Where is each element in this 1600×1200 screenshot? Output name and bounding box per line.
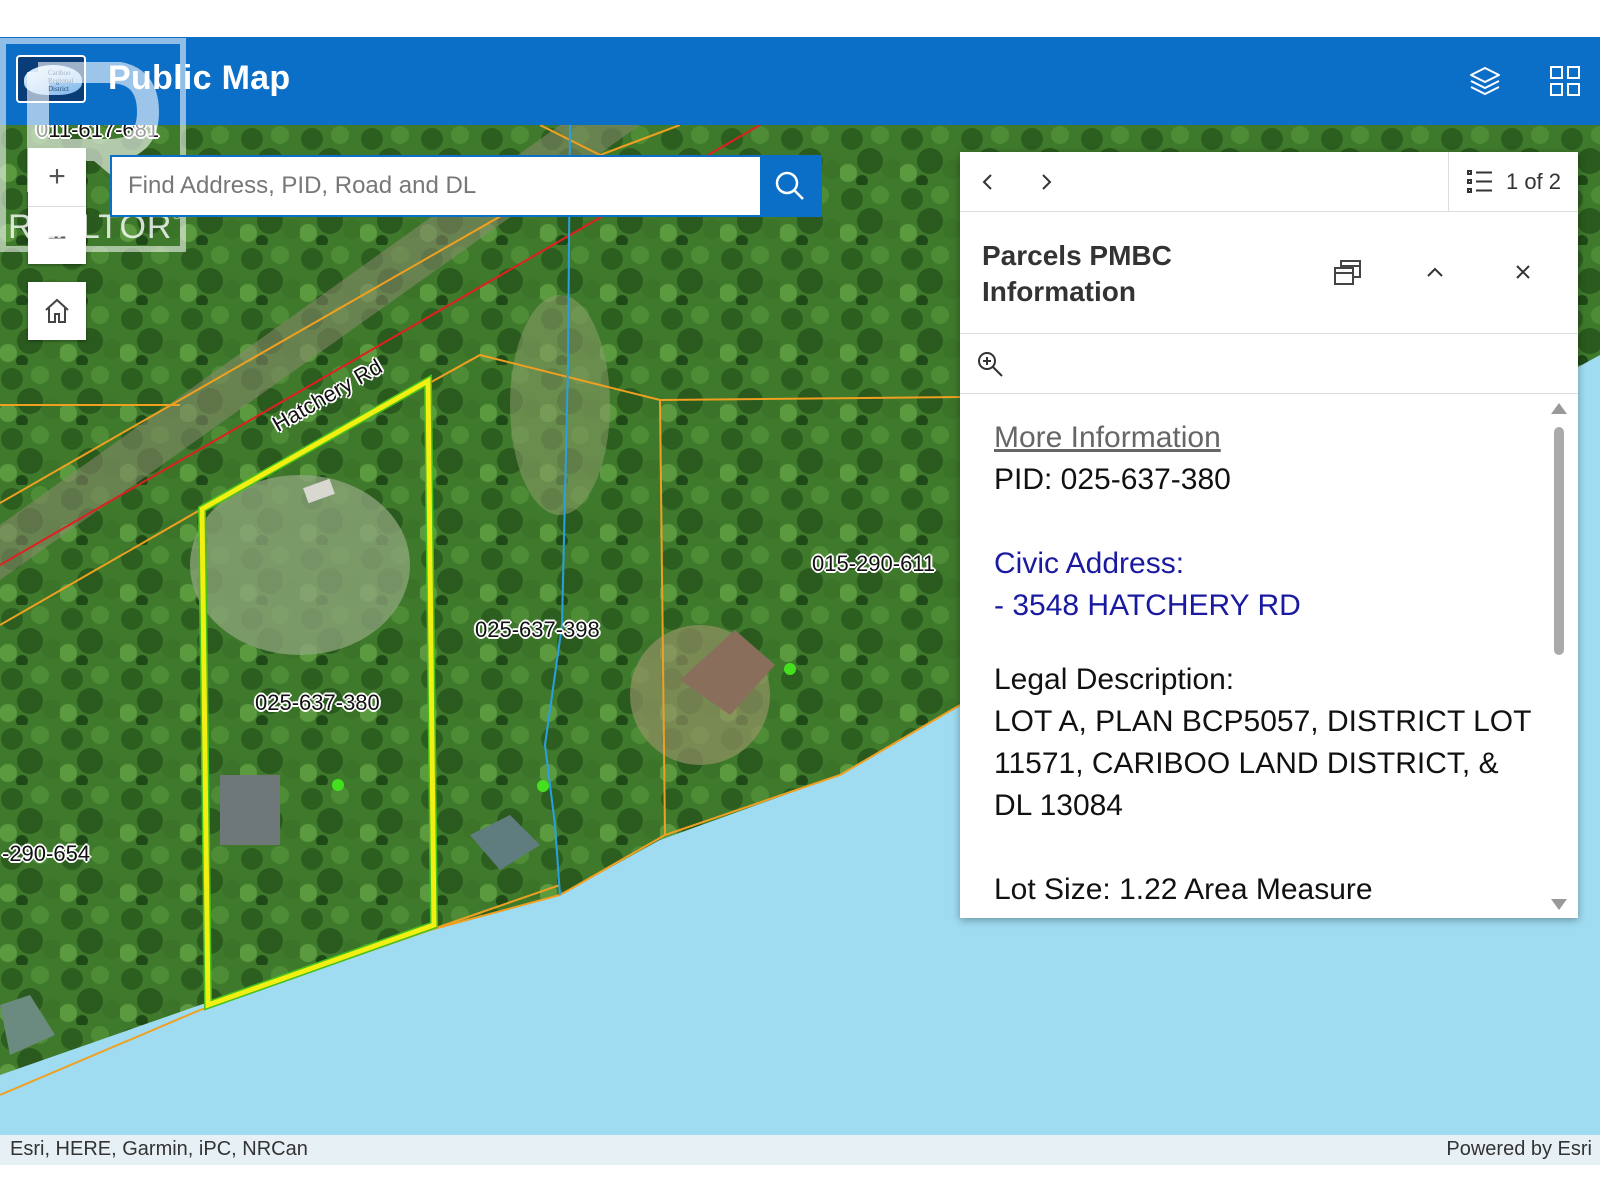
zoom-in-button[interactable]: + xyxy=(28,148,86,206)
close-button[interactable] xyxy=(1501,250,1545,294)
parcel-centroid[interactable] xyxy=(332,779,344,791)
civic-address-label: Civic Address: xyxy=(994,547,1185,580)
search-button[interactable] xyxy=(760,157,820,215)
zoom-in-icon xyxy=(978,352,1003,377)
feature-pager[interactable]: 1 of 2 xyxy=(1448,152,1578,212)
popup-actions xyxy=(960,334,1578,394)
legal-description-value: LOT A, PLAN BCP5057, DISTRICT LOT 11571,… xyxy=(994,705,1531,822)
chevron-up-icon xyxy=(1427,267,1443,277)
search-bar xyxy=(110,155,822,217)
layers-button[interactable] xyxy=(1463,59,1507,103)
scroll-up-arrow[interactable] xyxy=(1551,403,1567,414)
parcel-label: 025-637-398 xyxy=(475,617,600,642)
dock-button[interactable] xyxy=(1326,250,1370,294)
dock-icon xyxy=(1334,260,1361,285)
chevron-right-icon xyxy=(1042,174,1052,190)
app-header: Cariboo Regional District Public Map xyxy=(0,37,1600,125)
search-icon xyxy=(775,171,804,200)
parcel-label: 025-637-380 xyxy=(255,690,380,715)
powered-by-esri[interactable]: Powered by Esri xyxy=(1446,1138,1592,1161)
scroll-down-arrow[interactable] xyxy=(1551,899,1567,910)
parcel-label: 015-290-611 xyxy=(812,551,936,576)
zoom-out-button[interactable]: – xyxy=(28,206,86,264)
logo-line: Regional xyxy=(48,77,74,85)
legal-description-label: Legal Description: xyxy=(994,663,1235,696)
parcel-centroid[interactable] xyxy=(537,780,549,792)
logo-line: Cariboo xyxy=(48,69,71,77)
popup-header: Parcels PMBC Information xyxy=(960,212,1578,334)
district-logo: Cariboo Regional District xyxy=(16,55,86,103)
app-root: 025-637-380 025-637-398 015-290-611 -290… xyxy=(0,0,1600,1200)
attribute-list: More Information PID: 025-637-380 Civic … xyxy=(994,417,1534,911)
parcel-label: 011-617-681 xyxy=(36,125,160,142)
zoom-controls: + – xyxy=(28,148,86,264)
apps-grid-button[interactable] xyxy=(1543,59,1587,103)
parcel-centroid[interactable] xyxy=(784,663,796,675)
scroll-thumb[interactable] xyxy=(1554,427,1564,655)
more-information-link[interactable]: More Information xyxy=(994,417,1534,459)
civic-address-value: - 3548 HATCHERY RD xyxy=(994,589,1301,622)
logo-line: District xyxy=(48,85,69,93)
layers-icon xyxy=(1470,67,1500,96)
home-button[interactable] xyxy=(28,282,86,340)
logo-text: Cariboo Regional District xyxy=(48,69,73,93)
home-icon xyxy=(45,298,69,323)
close-icon xyxy=(1516,265,1530,279)
popup-title: Parcels PMBC Information xyxy=(982,240,1172,307)
popup-content[interactable]: More Information PID: 025-637-380 Civic … xyxy=(960,395,1578,918)
attribution-text[interactable]: Esri, HERE, Garmin, iPC, NRCan xyxy=(10,1138,308,1161)
collapse-button[interactable] xyxy=(1413,250,1457,294)
zoom-to-button[interactable] xyxy=(972,346,1008,382)
popup-nav: 1 of 2 xyxy=(960,152,1578,212)
attribution-bar: Esri, HERE, Garmin, iPC, NRCan Powered b… xyxy=(0,1135,1600,1165)
parcel-label: -290-654 xyxy=(2,841,91,866)
clearing xyxy=(510,295,610,515)
list-icon xyxy=(1466,170,1492,193)
lot-size-field: Lot Size: 1.22 Area Measure xyxy=(994,873,1373,906)
previous-feature-button[interactable] xyxy=(968,162,1008,202)
search-input[interactable] xyxy=(112,157,760,215)
feature-popup: 1 of 2 Parcels PMBC Information More Inf… xyxy=(960,152,1578,918)
grid-icon xyxy=(1550,66,1580,96)
chevron-left-icon xyxy=(982,174,992,190)
clearing xyxy=(190,475,410,655)
pager-text: 1 of 2 xyxy=(1505,169,1562,194)
popup-scrollbar[interactable] xyxy=(1550,399,1568,914)
pid-field: PID: 025-637-380 xyxy=(994,463,1231,496)
app-title: Public Map xyxy=(108,59,291,97)
building-roof xyxy=(220,775,280,845)
next-feature-button[interactable] xyxy=(1026,162,1066,202)
